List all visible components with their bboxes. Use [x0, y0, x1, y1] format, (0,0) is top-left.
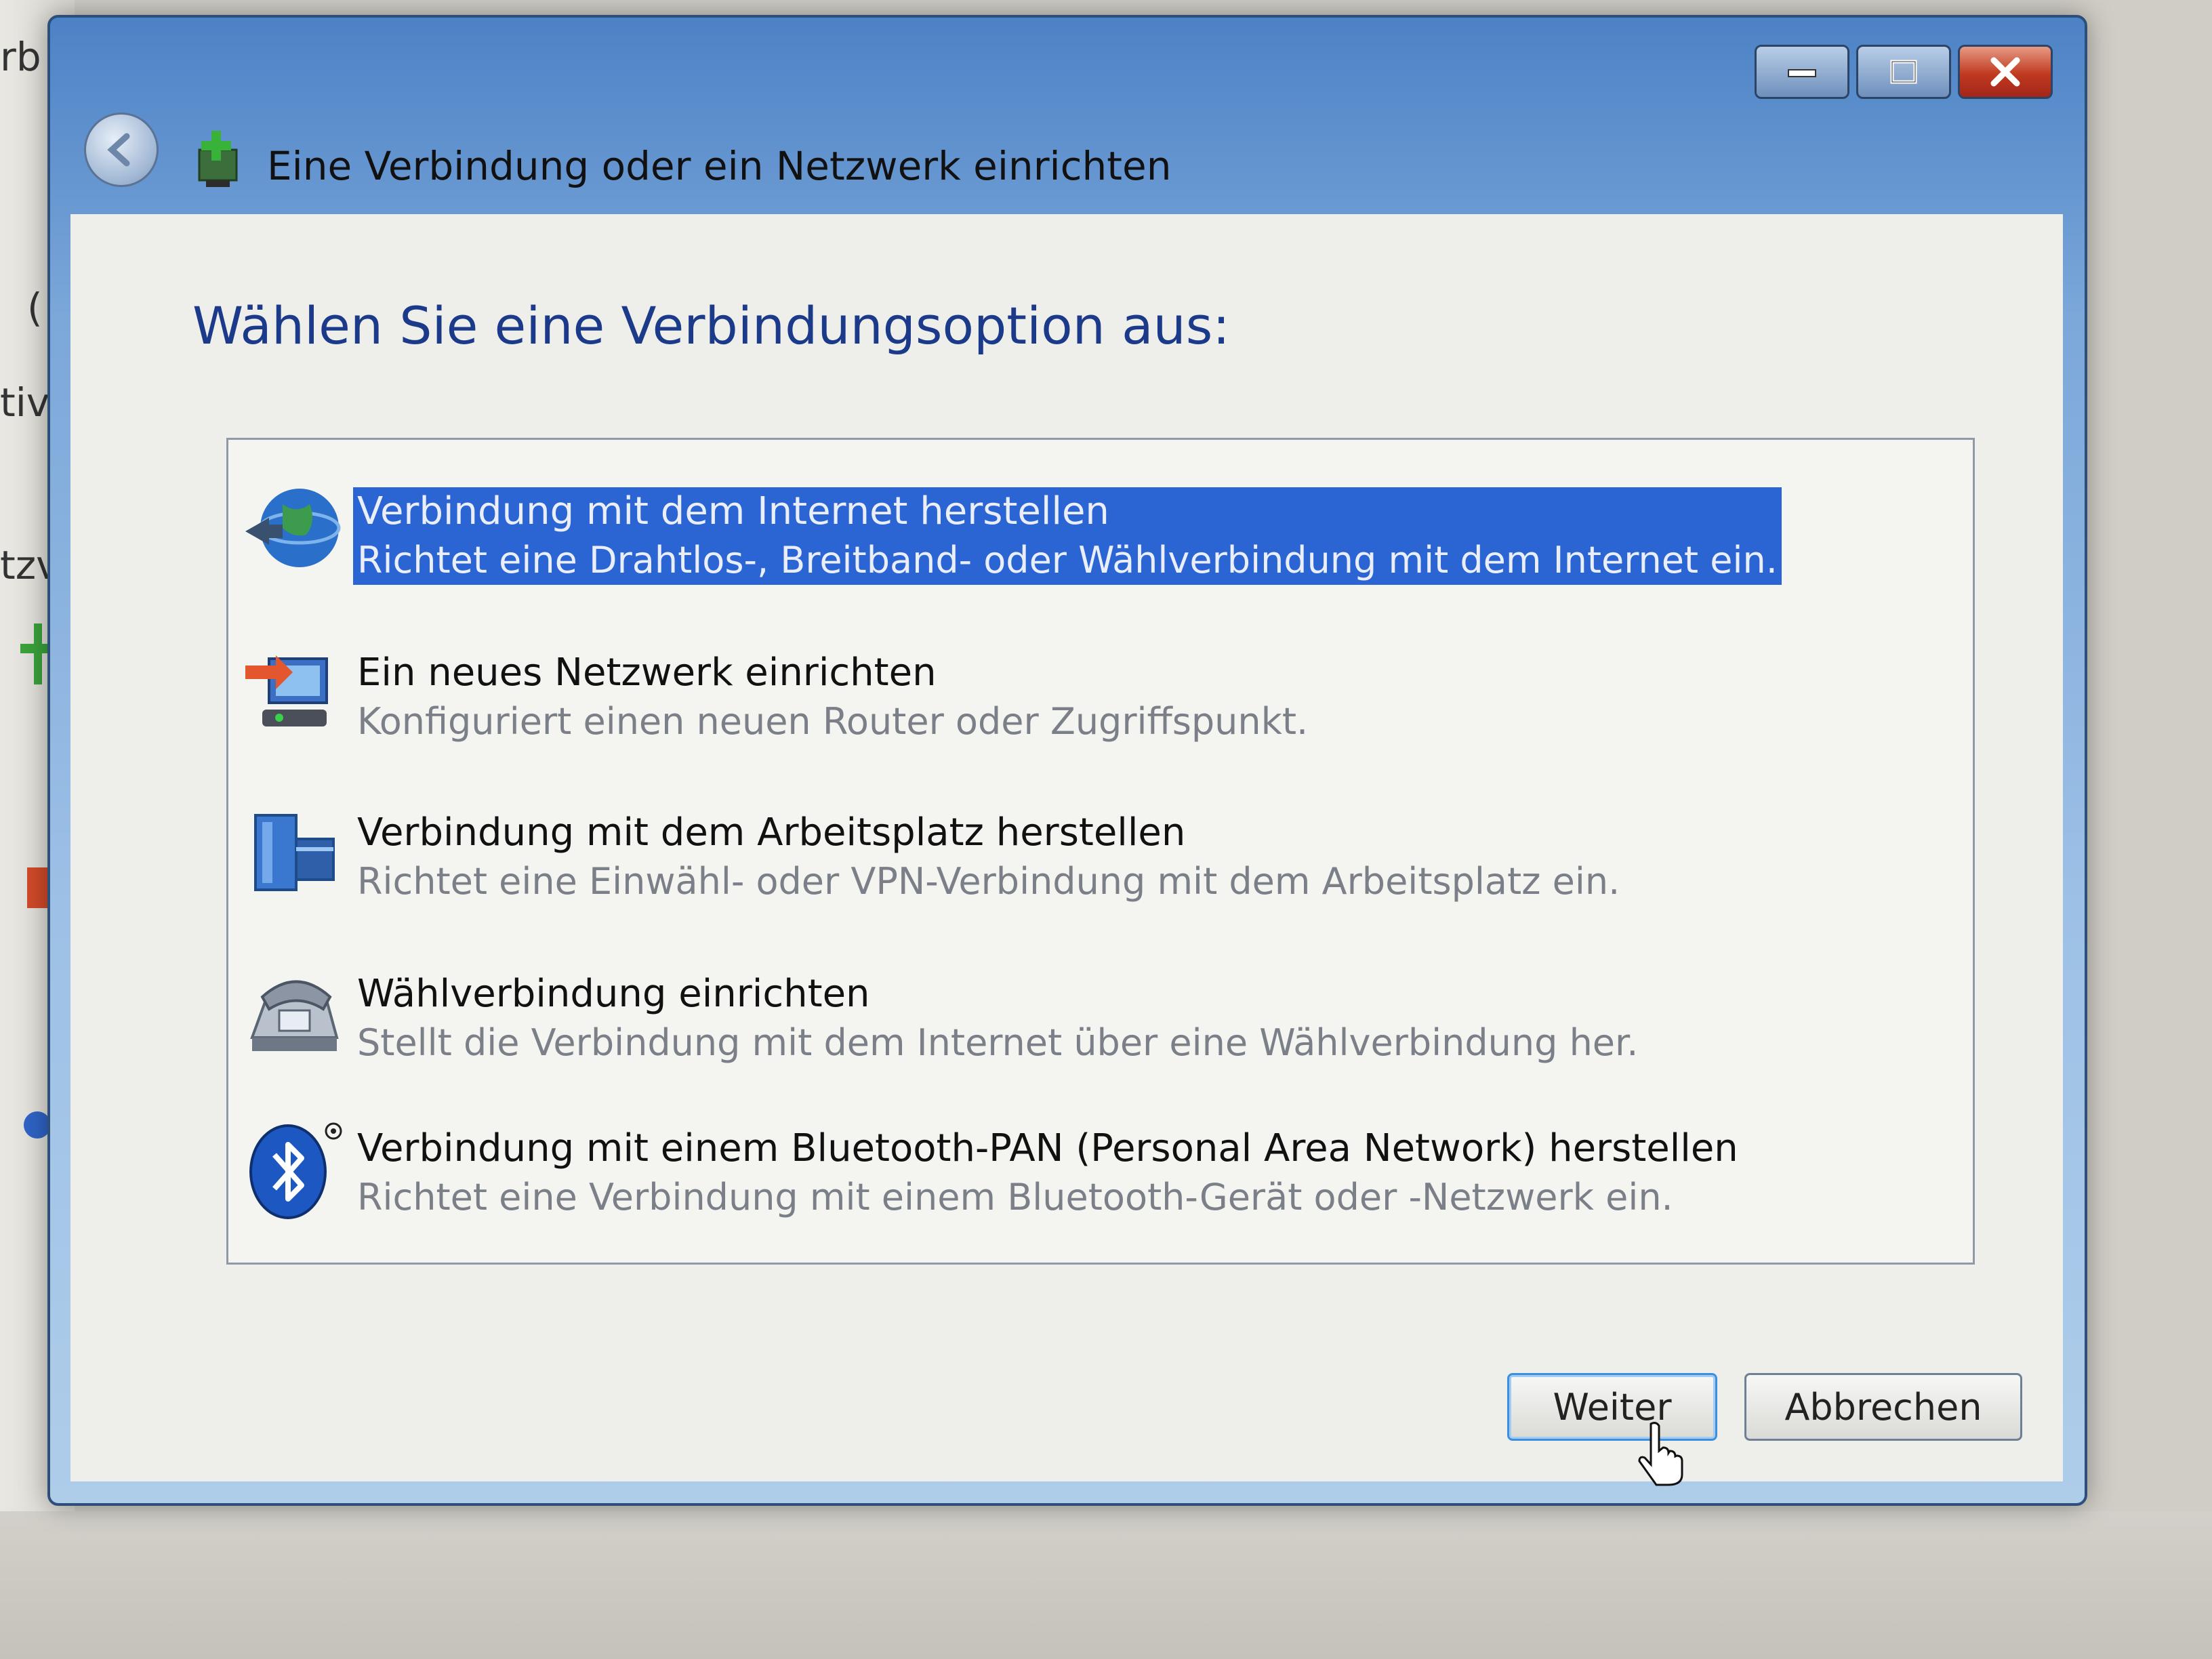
- option-description: Stellt die Verbindung mit dem Internet ü…: [357, 1021, 1639, 1064]
- option-description: Richtet eine Verbindung mit einem Blueto…: [357, 1176, 1673, 1218]
- mouse-cursor-icon: [1638, 1422, 1683, 1486]
- dialup-phone-icon: [250, 980, 339, 1051]
- window-title: Eine Verbindung oder ein Netzwerk einric…: [267, 143, 1172, 189]
- option-title: Ein neues Netzwerk einrichten: [357, 651, 937, 695]
- connection-options-list[interactable]: Verbindung mit dem Internet herstellen R…: [226, 438, 1975, 1265]
- close-icon: [1990, 57, 2020, 87]
- option-bluetooth-pan[interactable]: Verbindung mit einem Bluetooth-PAN (Pers…: [228, 1104, 1963, 1240]
- close-button[interactable]: [1958, 45, 2053, 99]
- back-arrow-icon: [107, 133, 130, 167]
- option-title: Verbindung mit einem Bluetooth-PAN (Pers…: [357, 1126, 1738, 1170]
- option-internet[interactable]: Verbindung mit dem Internet herstellen R…: [228, 467, 1963, 602]
- option-text: Ein neues Netzwerk einrichten Konfigurie…: [357, 649, 1308, 746]
- option-workplace[interactable]: Verbindung mit dem Arbeitsplatz herstell…: [228, 788, 1963, 924]
- bluetooth-icon: [249, 1122, 342, 1219]
- option-text: Verbindung mit dem Arbeitsplatz herstell…: [357, 808, 1620, 906]
- option-description: Richtet eine Einwähl- oder VPN-Verbindun…: [357, 860, 1620, 903]
- option-text: Wählverbindung einrichten Stellt die Ver…: [357, 970, 1638, 1067]
- background-text-fragment: rb: [0, 34, 41, 80]
- title-bar[interactable]: Eine Verbindung oder ein Netzwerk einric…: [50, 18, 2085, 214]
- option-text: Verbindung mit dem Internet herstellen R…: [353, 487, 1782, 585]
- minimize-icon: [1788, 69, 1816, 77]
- option-title: Verbindung mit dem Internet herstellen: [357, 489, 1109, 533]
- workplace-icon: [254, 814, 335, 891]
- minimize-button[interactable]: [1755, 45, 1849, 99]
- option-new-network[interactable]: Ein neues Netzwerk einrichten Konfigurie…: [228, 628, 1963, 764]
- option-title: Verbindung mit dem Arbeitsplatz herstell…: [357, 811, 1186, 855]
- globe-icon: [245, 489, 341, 567]
- new-network-icon: [245, 655, 328, 726]
- background-text-fragment: (: [27, 285, 43, 331]
- back-button[interactable]: [84, 112, 159, 187]
- option-title: Wählverbindung einrichten: [357, 972, 870, 1016]
- maximize-button[interactable]: [1856, 45, 1951, 99]
- desktop-background: [0, 1511, 2212, 1659]
- background-text-fragment: tiv: [0, 380, 50, 426]
- network-setup-icon: [198, 131, 238, 187]
- maximize-icon: [1890, 60, 1917, 84]
- option-dialup[interactable]: Wählverbindung einrichten Stellt die Ver…: [228, 949, 1963, 1085]
- option-text: Verbindung mit einem Bluetooth-PAN (Pers…: [357, 1124, 1738, 1222]
- dialog-content: Wählen Sie eine Verbindungsoption aus: V…: [70, 214, 2063, 1486]
- connection-setup-dialog: Eine Verbindung oder ein Netzwerk einric…: [47, 15, 2087, 1506]
- option-description: Richtet eine Drahtlos-, Breitband- oder …: [357, 539, 1778, 581]
- next-button[interactable]: Weiter: [1507, 1373, 1717, 1441]
- cancel-button[interactable]: Abbrechen: [1744, 1373, 2022, 1441]
- page-heading: Wählen Sie eine Verbindungsoption aus:: [192, 295, 1230, 356]
- option-description: Konfiguriert einen neuen Router oder Zug…: [357, 700, 1309, 743]
